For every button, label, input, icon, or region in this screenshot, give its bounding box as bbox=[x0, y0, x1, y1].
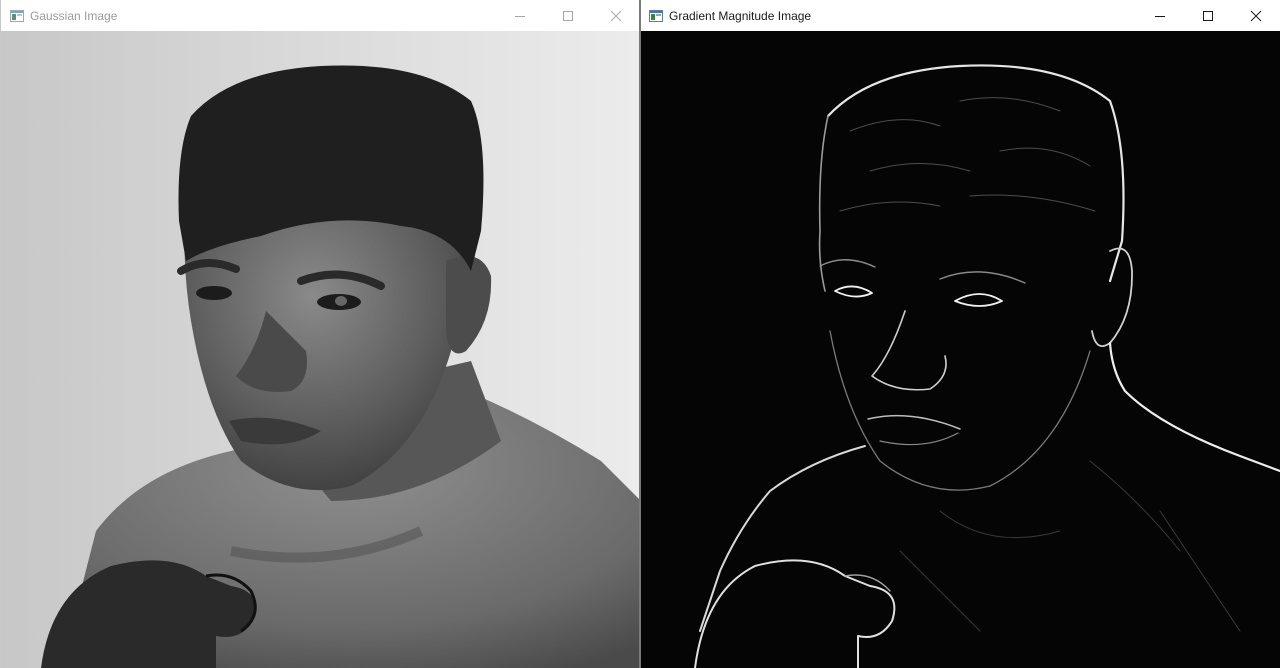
minimize-button[interactable] bbox=[496, 0, 544, 31]
window-controls bbox=[496, 0, 640, 31]
grayscale-portrait-image bbox=[1, 31, 640, 668]
maximize-button[interactable] bbox=[1184, 0, 1232, 31]
close-icon bbox=[610, 10, 622, 21]
close-button[interactable] bbox=[1232, 0, 1280, 31]
app-window-icon bbox=[648, 8, 664, 24]
gaussian-window-titlebar[interactable]: Gaussian Image bbox=[1, 0, 640, 31]
window-divider bbox=[639, 0, 641, 668]
minimize-icon bbox=[1155, 15, 1165, 17]
minimize-icon bbox=[515, 15, 525, 17]
gradient-window-titlebar[interactable]: Gradient Magnitude Image bbox=[640, 0, 1280, 31]
close-icon bbox=[1250, 10, 1262, 21]
maximize-icon bbox=[1203, 10, 1213, 21]
maximize-icon bbox=[563, 10, 573, 21]
window-controls bbox=[1136, 0, 1280, 31]
edge-detection-image bbox=[640, 31, 1280, 668]
gaussian-image-window[interactable]: Gaussian Image bbox=[0, 0, 640, 668]
window-title: Gaussian Image bbox=[30, 8, 118, 23]
maximize-button[interactable] bbox=[544, 0, 592, 31]
app-window-icon bbox=[9, 8, 25, 24]
close-button[interactable] bbox=[592, 0, 640, 31]
minimize-button[interactable] bbox=[1136, 0, 1184, 31]
gradient-magnitude-window[interactable]: Gradient Magnitude Image bbox=[640, 0, 1280, 668]
window-title: Gradient Magnitude Image bbox=[669, 8, 812, 23]
